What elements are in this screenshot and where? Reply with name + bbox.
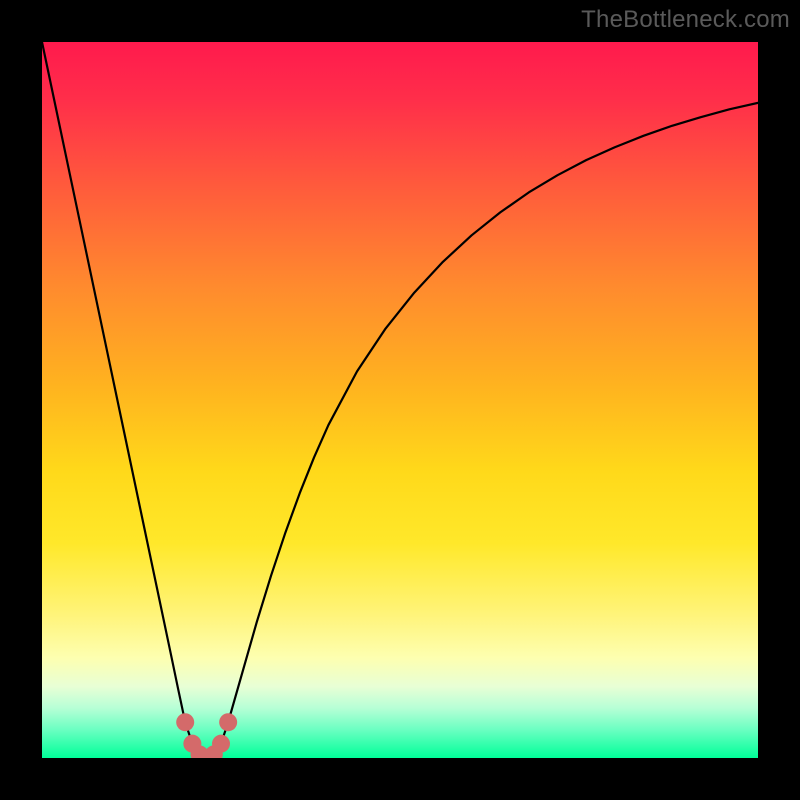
curve-layer (42, 42, 758, 758)
minimum-marker (212, 735, 230, 753)
minimum-marker (219, 713, 237, 731)
watermark-text: TheBottleneck.com (581, 6, 790, 34)
chart-frame: TheBottleneck.com (0, 0, 800, 800)
minimum-marker (176, 713, 194, 731)
minimum-markers (176, 713, 237, 758)
plot-area (42, 42, 758, 758)
bottleneck-curve (42, 42, 758, 758)
